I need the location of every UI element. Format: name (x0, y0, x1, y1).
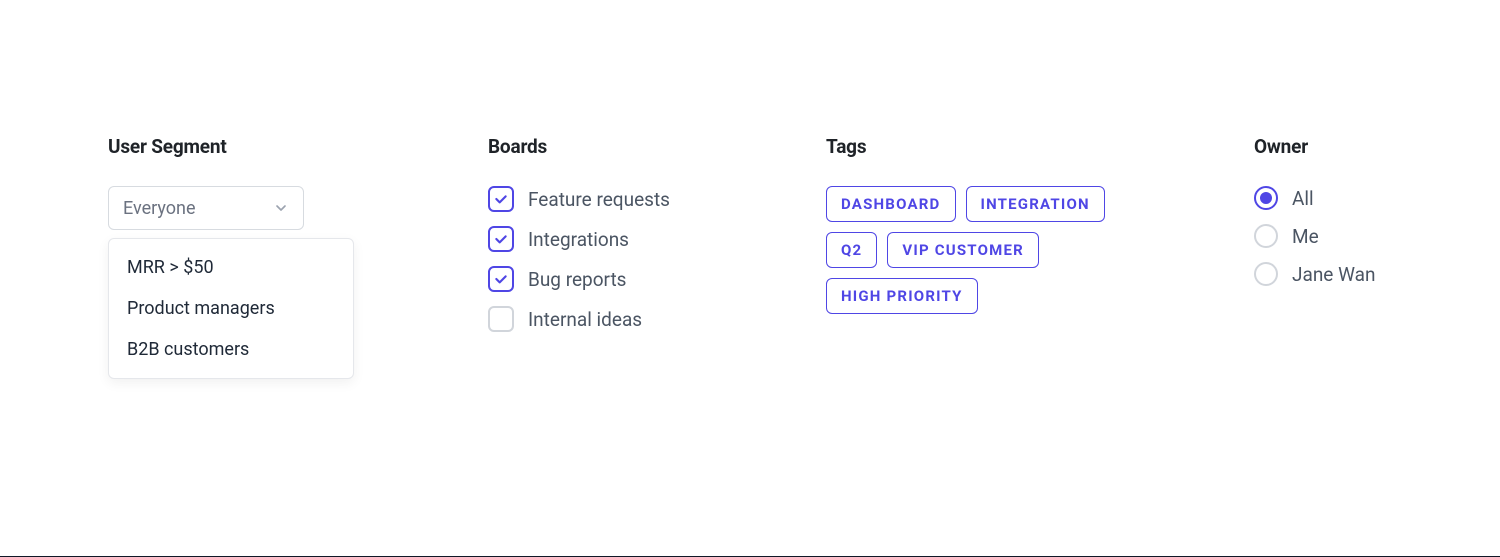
board-label: Bug reports (528, 268, 626, 291)
boards-section: Boards Feature requests Integrations Bug… (488, 135, 826, 379)
tag-q2[interactable]: Q2 (826, 232, 877, 268)
radio-selected-icon (1254, 186, 1278, 210)
user-segment-section: User Segment Everyone MRR > $50 Product … (108, 135, 488, 379)
boards-title: Boards (488, 135, 826, 158)
owner-option-me[interactable]: Me (1254, 224, 1392, 248)
user-segment-value: Everyone (123, 198, 196, 219)
segment-option[interactable]: B2B customers (109, 329, 353, 370)
boards-checklist: Feature requests Integrations Bug report… (488, 186, 826, 332)
owner-label: Me (1292, 225, 1319, 248)
owner-option-jane-wan[interactable]: Jane Wan (1254, 262, 1392, 286)
checkbox-checked-icon (488, 226, 514, 252)
board-label: Internal ideas (528, 308, 642, 331)
tags-title: Tags (826, 135, 1254, 158)
radio-unselected-icon (1254, 224, 1278, 248)
tags-section: Tags Dashboard Integration Q2 VIP Custom… (826, 135, 1254, 379)
board-item-internal-ideas[interactable]: Internal ideas (488, 306, 826, 332)
checkbox-checked-icon (488, 186, 514, 212)
board-label: Integrations (528, 228, 629, 251)
board-item-feature-requests[interactable]: Feature requests (488, 186, 826, 212)
tag-high-priority[interactable]: High Priority (826, 278, 978, 314)
checkbox-unchecked-icon (488, 306, 514, 332)
tag-vip-customer[interactable]: VIP Customer (887, 232, 1039, 268)
user-segment-select[interactable]: Everyone (108, 186, 304, 230)
segment-option[interactable]: Product managers (109, 288, 353, 329)
owner-option-all[interactable]: All (1254, 186, 1392, 210)
owner-section: Owner All Me Jane Wan (1254, 135, 1392, 379)
user-segment-dropdown: MRR > $50 Product managers B2B customers (108, 238, 354, 379)
chevron-down-icon (273, 200, 289, 216)
radio-unselected-icon (1254, 262, 1278, 286)
checkbox-checked-icon (488, 266, 514, 292)
board-label: Feature requests (528, 188, 670, 211)
tag-integration[interactable]: Integration (966, 186, 1105, 222)
owner-label: All (1292, 187, 1314, 210)
board-item-bug-reports[interactable]: Bug reports (488, 266, 826, 292)
segment-option[interactable]: MRR > $50 (109, 247, 353, 288)
tags-list: Dashboard Integration Q2 VIP Customer Hi… (826, 186, 1146, 314)
owner-title: Owner (1254, 135, 1392, 158)
owner-radio-list: All Me Jane Wan (1254, 186, 1392, 286)
user-segment-title: User Segment (108, 135, 488, 158)
owner-label: Jane Wan (1292, 263, 1375, 286)
board-item-integrations[interactable]: Integrations (488, 226, 826, 252)
tag-dashboard[interactable]: Dashboard (826, 186, 956, 222)
filter-panel: User Segment Everyone MRR > $50 Product … (0, 0, 1500, 379)
